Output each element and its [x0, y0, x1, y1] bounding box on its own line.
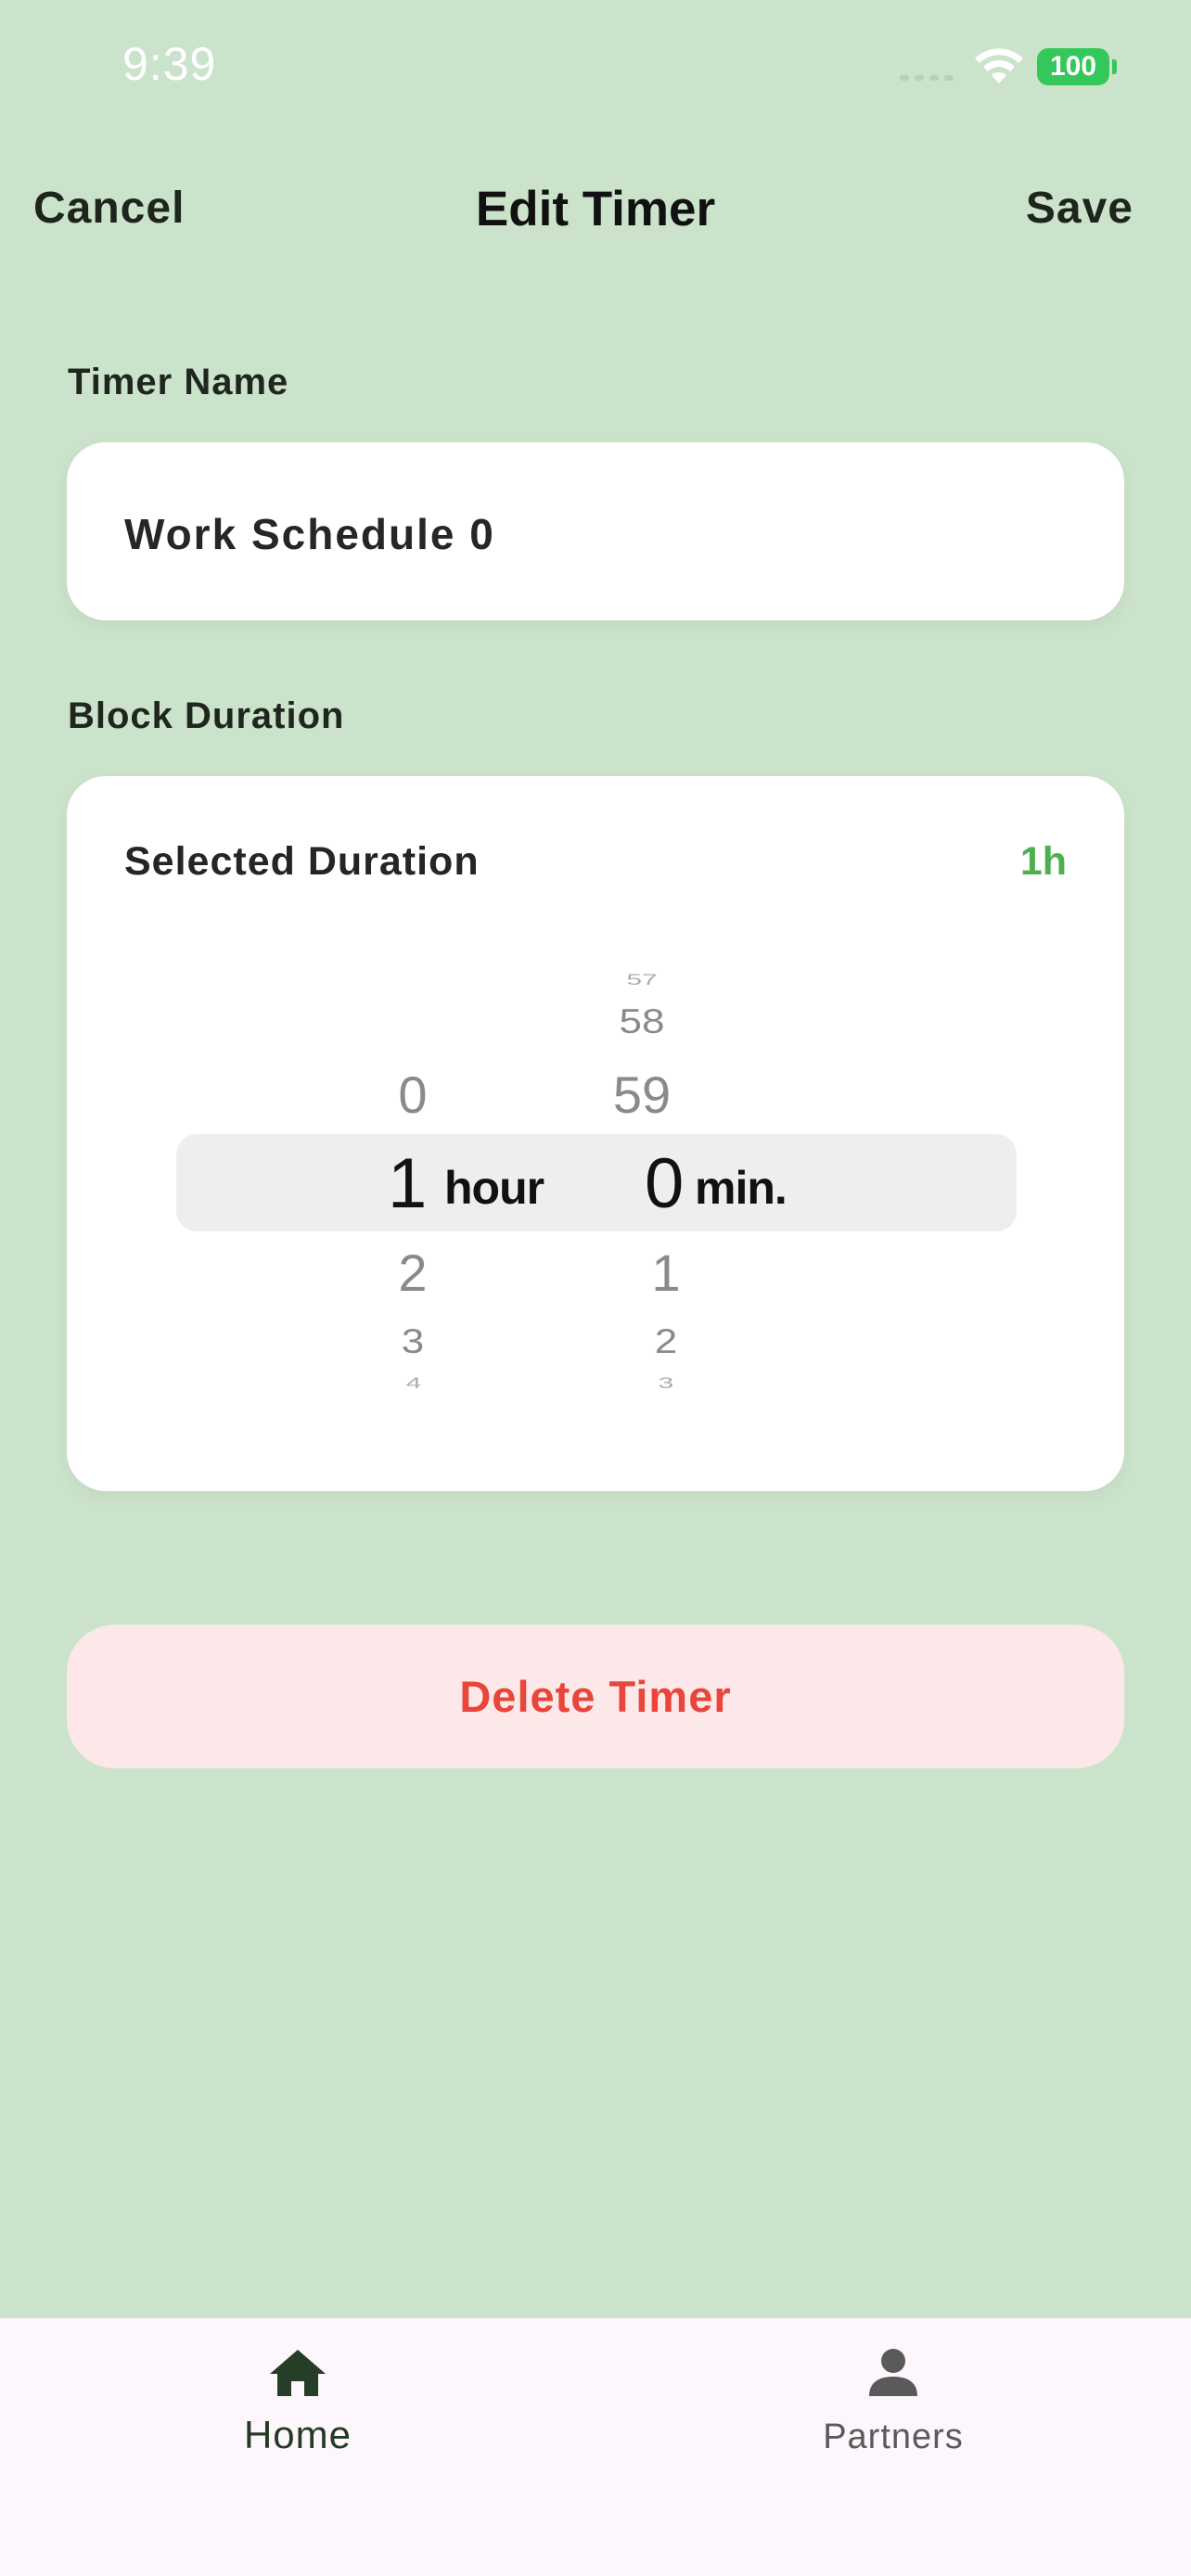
- minute-option[interactable]: 59: [586, 1065, 698, 1125]
- hour-selected[interactable]: 1: [388, 1143, 427, 1224]
- hour-option[interactable]: 2: [357, 1243, 468, 1303]
- delete-timer-button[interactable]: Delete Timer: [67, 1625, 1124, 1768]
- battery-tip: [1112, 59, 1117, 74]
- minute-option[interactable]: 3: [610, 1375, 722, 1393]
- tab-bar: Home Partners: [0, 2318, 1191, 2576]
- minute-option[interactable]: 57: [586, 972, 698, 989]
- status-indicators: 100: [900, 45, 1117, 91]
- selected-duration-label: Selected Duration: [124, 839, 480, 884]
- hour-option[interactable]: 3: [357, 1322, 468, 1362]
- tab-home-label: Home: [243, 2413, 352, 2456]
- minute-unit: min.: [695, 1162, 788, 1214]
- block-duration-label: Block Duration: [68, 695, 345, 736]
- tab-partners[interactable]: Partners: [596, 2318, 1191, 2504]
- tab-partners-label: Partners: [823, 2417, 964, 2456]
- status-time: 9:39: [122, 38, 217, 90]
- timer-name-value[interactable]: Work Schedule 0: [124, 509, 495, 559]
- battery-indicator: 100: [1037, 48, 1109, 85]
- minute-option[interactable]: 2: [610, 1322, 722, 1362]
- page-title: Edit Timer: [475, 182, 716, 236]
- battery-level: 100: [1049, 51, 1097, 82]
- timer-name-field[interactable]: Work Schedule 0: [67, 442, 1124, 620]
- timer-name-label: Timer Name: [68, 362, 289, 402]
- tab-home[interactable]: Home: [0, 2318, 596, 2504]
- minute-option[interactable]: 1: [610, 1243, 722, 1303]
- selected-duration-value: 1h: [1019, 839, 1067, 884]
- person-icon: [869, 2349, 917, 2396]
- duration-card: Selected Duration 1h 0 1 hour 2 3 4 57 5…: [67, 776, 1124, 1491]
- hour-option[interactable]: 4: [358, 1375, 469, 1393]
- home-icon: [270, 2350, 326, 2396]
- hour-option[interactable]: 0: [357, 1065, 468, 1125]
- save-button[interactable]: Save: [1026, 183, 1133, 234]
- delete-timer-label: Delete Timer: [459, 1672, 732, 1721]
- wifi-icon: [975, 48, 1023, 83]
- minute-selected[interactable]: 0: [645, 1143, 684, 1224]
- minute-option[interactable]: 58: [586, 1002, 698, 1042]
- picker-selection-highlight: [176, 1134, 1017, 1231]
- hour-unit: hour: [444, 1162, 544, 1214]
- cellular-dots-icon: [900, 75, 954, 81]
